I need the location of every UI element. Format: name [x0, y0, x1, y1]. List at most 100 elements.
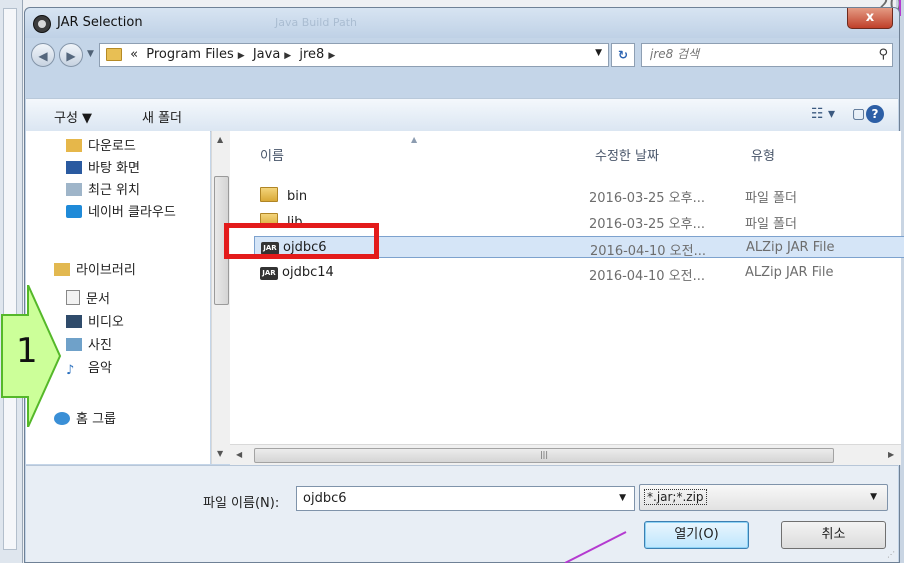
address-dropdown-icon[interactable]: ▼: [595, 48, 602, 58]
recent-places-icon: [66, 183, 82, 196]
column-header-type[interactable]: 유형: [751, 145, 775, 164]
chevron-right-icon[interactable]: ▶: [284, 51, 291, 61]
file-date: 2016-03-25 오후...: [589, 191, 705, 206]
breadcrumb-jre8[interactable]: jre8: [299, 47, 324, 62]
sidebar-item-label: 문서: [86, 292, 110, 307]
folder-icon: [106, 48, 122, 61]
search-icon[interactable]: ⚲: [878, 47, 888, 62]
sidebar-item-videos[interactable]: 비디오: [66, 311, 124, 330]
sidebar-item-label: 비디오: [88, 315, 124, 330]
filter-dropdown-icon[interactable]: ▼: [870, 492, 877, 502]
file-name: ojdbc14: [282, 265, 334, 280]
sidebar-item-recent[interactable]: 최근 위치: [66, 179, 140, 198]
open-button[interactable]: 열기(O): [644, 521, 749, 549]
scroll-down-icon[interactable]: ▼: [217, 449, 223, 458]
sidebar-item-label: 최근 위치: [88, 183, 140, 198]
file-name-cell: bin: [260, 187, 307, 204]
folder-icon: [260, 187, 278, 202]
sidebar-item-label: 바탕 화면: [88, 161, 140, 176]
step-number: 1: [16, 331, 38, 371]
file-list: ▲ 이름 수정한 날짜 유형 bin 2016-03-25 오후... 파일 폴…: [230, 131, 904, 444]
sidebar-item-desktop[interactable]: 바탕 화면: [66, 157, 140, 176]
sidebar-item-pictures[interactable]: 사진: [66, 334, 112, 353]
file-type: ALZip JAR File: [745, 265, 834, 280]
filename-value: ojdbc6: [303, 491, 347, 506]
window-title: JAR Selection: [57, 15, 143, 30]
file-date: 2016-03-25 오후...: [589, 217, 705, 232]
video-icon: [66, 315, 82, 328]
sidebar-item-music[interactable]: ♪ 음악: [66, 357, 112, 378]
sidebar-item-label: 다운로드: [88, 139, 136, 154]
file-row-bin[interactable]: bin 2016-03-25 오후... 파일 폴더: [254, 184, 904, 206]
address-bar[interactable]: « Program Files ▶ Java ▶ jre8 ▶ ▼: [99, 43, 609, 67]
column-header-date[interactable]: 수정한 날짜: [595, 145, 659, 164]
filter-value: *.jar;*.zip: [644, 489, 707, 505]
sidebar-item-downloads[interactable]: 다운로드: [66, 135, 136, 154]
file-type: 파일 폴더: [745, 191, 797, 206]
jar-selection-dialog: JAR Selection Java Build Path x ◀ ▶ ▼ « …: [24, 7, 904, 563]
horizontal-scrollbar[interactable]: ◀ ||| ▶: [230, 444, 901, 465]
filename-field[interactable]: ojdbc6 ▼: [296, 486, 635, 511]
file-row-ojdbc14[interactable]: JAR ojdbc14 2016-04-10 오전... ALZip JAR Fi…: [254, 262, 904, 284]
file-type: ALZip JAR File: [746, 240, 835, 255]
organize-menu[interactable]: 구성 ▼: [54, 107, 92, 126]
picture-icon: [66, 338, 82, 351]
scroll-right-icon[interactable]: ▶: [888, 450, 894, 459]
sidebar-item-label: 사진: [88, 338, 112, 353]
new-folder-button[interactable]: 새 폴더: [142, 107, 182, 126]
sidebar-item-naver-cloud[interactable]: 네이버 클라우드: [66, 201, 176, 220]
file-type-filter[interactable]: *.jar;*.zip ▼: [639, 484, 888, 511]
scroll-left-icon[interactable]: ◀: [236, 450, 242, 459]
highlight-box: [224, 223, 379, 259]
file-name: bin: [287, 189, 308, 204]
jar-file-icon: JAR: [260, 267, 278, 280]
breadcrumb-overflow[interactable]: «: [130, 47, 138, 62]
library-icon: [54, 263, 70, 276]
cloud-icon: [66, 205, 82, 218]
music-icon: ♪: [66, 363, 75, 378]
close-button[interactable]: x: [847, 8, 893, 29]
sidebar-item-label: 네이버 클라우드: [88, 205, 176, 220]
file-date: 2016-04-10 오전...: [589, 269, 705, 284]
background-panel: [3, 8, 17, 550]
sort-ascending-icon: ▲: [411, 135, 418, 144]
view-options-icon[interactable]: ☷ ▾: [811, 106, 835, 122]
breadcrumb-java[interactable]: Java: [253, 47, 280, 62]
scroll-up-icon[interactable]: ▲: [217, 135, 223, 144]
search-box[interactable]: ⚲: [641, 43, 893, 67]
background-window-edge: [0, 0, 23, 563]
downloads-folder-icon: [66, 139, 82, 152]
breadcrumb-program-files[interactable]: Program Files: [146, 47, 234, 62]
refresh-button[interactable]: ↻: [611, 43, 635, 67]
cancel-button[interactable]: 취소: [781, 521, 886, 549]
callout-line: [564, 531, 627, 563]
navigation-bar: ◀ ▶ ▼ « Program Files ▶ Java ▶ jre8 ▶ ▼ ↻ ⚲: [29, 40, 895, 70]
eclipse-icon: [33, 15, 51, 33]
column-header-name[interactable]: 이름: [260, 145, 284, 164]
resize-grip-icon[interactable]: ⋰: [887, 550, 895, 559]
title-bar: JAR Selection Java Build Path x: [25, 8, 899, 38]
desktop-icon: [66, 161, 82, 174]
navigation-scrollbar[interactable]: ▲ ▼: [211, 131, 230, 464]
chevron-right-icon[interactable]: ▶: [328, 51, 335, 61]
file-date: 2016-04-10 오전...: [590, 244, 706, 259]
back-button[interactable]: ◀: [31, 43, 55, 67]
filename-dropdown-icon[interactable]: ▼: [619, 493, 626, 503]
help-icon[interactable]: ?: [866, 105, 884, 123]
search-input[interactable]: [648, 46, 862, 62]
preview-pane-icon[interactable]: ▢: [852, 106, 865, 122]
horizontal-scroll-thumb[interactable]: |||: [254, 448, 834, 463]
history-dropdown-icon[interactable]: ▼: [87, 49, 94, 59]
filename-label: 파일 이름(N):: [203, 496, 280, 511]
sidebar-item-documents[interactable]: 문서: [66, 288, 110, 307]
sidebar-item-label: 라이브러리: [76, 263, 136, 278]
sidebar-item-homegroup[interactable]: 홈 그룹: [54, 408, 116, 427]
document-icon: [66, 290, 80, 305]
chevron-right-icon[interactable]: ▶: [238, 51, 245, 61]
dialog-footer: 파일 이름(N): ojdbc6 ▼ *.jar;*.zip ▼ 열기(O) 취…: [26, 465, 898, 562]
command-toolbar: 구성 ▼ 새 폴더 ☷ ▾ ▢ ?: [26, 98, 898, 132]
file-name-cell: JAR ojdbc14: [260, 265, 334, 280]
sidebar-item-libraries[interactable]: 라이브러리: [54, 259, 136, 278]
breadcrumb: « Program Files ▶ Java ▶ jre8 ▶: [106, 47, 339, 62]
forward-button[interactable]: ▶: [59, 43, 83, 67]
